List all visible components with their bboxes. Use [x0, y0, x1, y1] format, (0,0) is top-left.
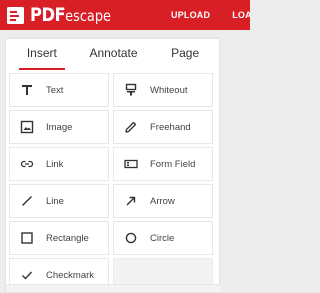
tool-label: Freehand: [150, 121, 191, 133]
arrow-tool-button[interactable]: Arrow: [113, 184, 213, 218]
form-field-icon: [124, 157, 138, 171]
tab-page[interactable]: Page: [149, 39, 221, 71]
tab-annotate[interactable]: Annotate: [78, 39, 150, 71]
tab-insert[interactable]: Insert: [6, 39, 78, 71]
tool-label: Rectangle: [46, 232, 89, 244]
line-tool-button[interactable]: Line: [9, 184, 109, 218]
tool-label: Image: [46, 121, 73, 133]
tools-panel: Insert Annotate Page Text Whiteout Image…: [5, 38, 221, 293]
circle-icon: [124, 231, 138, 245]
form-field-tool-button[interactable]: Form Field: [113, 147, 213, 181]
freehand-icon: [124, 120, 138, 134]
whiteout-icon: [124, 83, 138, 97]
tool-label: Form Field: [150, 158, 196, 170]
text-icon: [20, 83, 34, 97]
whiteout-tool-button[interactable]: Whiteout: [113, 73, 213, 107]
link-tool-button[interactable]: Link: [9, 147, 109, 181]
link-icon: [20, 157, 34, 171]
logo-text-rest: escape: [65, 7, 111, 25]
nav-upload-link[interactable]: UPLOAD: [171, 10, 210, 20]
tool-label: Text: [46, 84, 64, 96]
arrow-icon: [124, 194, 138, 208]
insert-tools-grid: Text Whiteout Image Freehand Link Form F…: [6, 73, 221, 292]
panel-footer: [6, 284, 221, 292]
nav-load-link[interactable]: LOAD: [232, 10, 250, 20]
top-bar: PDFescape UPLOAD LOAD: [0, 0, 250, 30]
image-icon: [20, 120, 34, 134]
tool-label: Arrow: [150, 195, 175, 207]
tool-label: Checkmark: [46, 269, 95, 281]
tool-label: Line: [46, 195, 64, 207]
checkmark-icon: [20, 268, 34, 282]
logo-text-main: PDF: [30, 4, 66, 26]
image-tool-button[interactable]: Image: [9, 110, 109, 144]
tool-label: Circle: [150, 232, 175, 244]
freehand-tool-button[interactable]: Freehand: [113, 110, 213, 144]
rectangle-tool-button[interactable]: Rectangle: [9, 221, 109, 255]
pdfescape-app: PDFescape UPLOAD LOAD Insert Annotate Pa…: [0, 0, 250, 293]
pdfescape-logo[interactable]: PDFescape: [5, 3, 124, 27]
logo-text: PDFescape: [30, 4, 111, 26]
tool-label: Whiteout: [150, 84, 188, 96]
circle-tool-button[interactable]: Circle: [113, 221, 213, 255]
logo-mark-icon: [7, 6, 24, 24]
rectangle-icon: [20, 231, 34, 245]
line-icon: [20, 194, 34, 208]
top-nav: UPLOAD LOAD: [171, 0, 250, 30]
panel-tabs: Insert Annotate Page: [6, 39, 221, 71]
tool-label: Link: [46, 158, 64, 170]
text-tool-button[interactable]: Text: [9, 73, 109, 107]
